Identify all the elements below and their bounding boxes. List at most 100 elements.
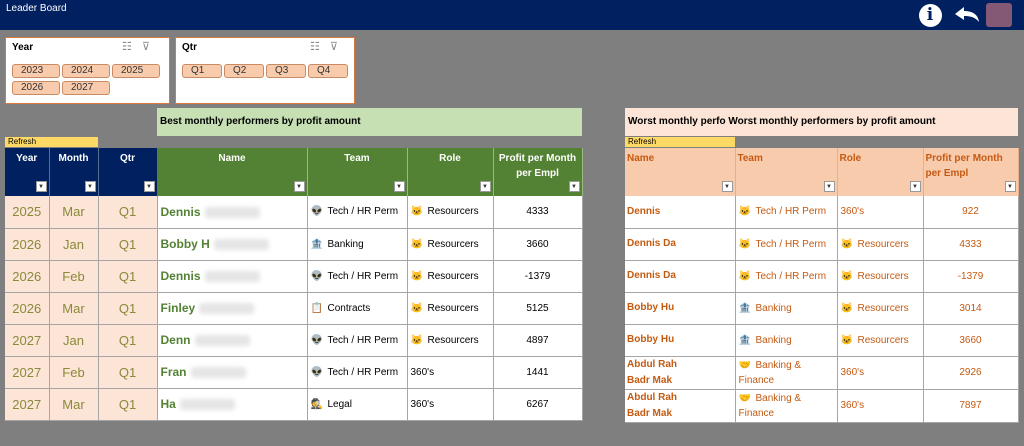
cell-profit[interactable]: 4333 [923, 228, 1019, 261]
cell-year[interactable]: 2026 [5, 292, 50, 325]
cell-team[interactable]: 🕵 Legal [307, 388, 408, 421]
filter-dropdown-icon[interactable]: ▼ [568, 181, 580, 192]
back-arrow-icon[interactable] [952, 3, 982, 27]
cell-qtr[interactable]: Q1 [98, 324, 158, 357]
cell-year[interactable]: 2025 [5, 196, 50, 229]
cell-team[interactable]: 📋 Contracts [307, 292, 408, 325]
refresh-button[interactable]: Refresh [625, 137, 735, 147]
cell-name[interactable]: Ha [157, 388, 308, 421]
cell-profit[interactable]: -1379 [493, 260, 583, 293]
cell-team[interactable]: 👽 Tech / HR Perm [307, 196, 408, 229]
cell-qtr[interactable]: Q1 [98, 228, 158, 261]
filter-dropdown-icon[interactable]: ▼ [293, 181, 305, 192]
year-option-2026[interactable]: 2026 [12, 81, 60, 95]
cell-month[interactable]: Mar [49, 388, 99, 421]
cell-role[interactable]: 🐱 Resourcers [837, 228, 924, 261]
info-icon[interactable]: i [918, 3, 942, 27]
cell-name[interactable]: Finley [157, 292, 308, 325]
cell-month[interactable]: Mar [49, 196, 99, 229]
filter-dropdown-icon[interactable]: ▼ [909, 181, 921, 192]
cell-team[interactable]: 🐱 Tech / HR Perm [735, 228, 838, 261]
cell-role[interactable]: 360's [407, 356, 494, 389]
cell-profit[interactable]: 3014 [923, 292, 1019, 325]
cell-team[interactable]: 👽 Tech / HR Perm [307, 260, 408, 293]
cell-name[interactable]: Bobby Hu [625, 292, 736, 325]
cell-name[interactable]: Dennis Da [625, 260, 736, 293]
qtr-option-q2[interactable]: Q2 [224, 64, 264, 78]
cell-team[interactable]: 🐱 Tech / HR Perm [735, 260, 838, 293]
cell-role[interactable]: 🐱 Resourcers [837, 292, 924, 325]
cell-profit[interactable]: 4897 [493, 324, 583, 357]
cell-year[interactable]: 2026 [5, 260, 50, 293]
cell-name[interactable]: Bobby Hu [625, 324, 736, 357]
cell-team[interactable]: 🐱 Tech / HR Perm [735, 196, 838, 229]
cell-team[interactable]: 🤝 Banking & Finance [735, 389, 838, 423]
filter-dropdown-icon[interactable]: ▼ [84, 181, 96, 192]
multi-select-icon[interactable]: ☷ [310, 40, 320, 53]
cell-year[interactable]: 2027 [5, 356, 50, 389]
cell-role[interactable]: 🐱 Resourcers [837, 260, 924, 293]
cell-role[interactable]: 🐱 Resourcers [837, 324, 924, 357]
cell-qtr[interactable]: Q1 [98, 388, 158, 421]
cell-team[interactable]: 🏦 Banking [735, 324, 838, 357]
filter-dropdown-icon[interactable]: ▼ [721, 181, 733, 192]
cell-name[interactable]: Fran [157, 356, 308, 389]
cell-role[interactable]: 🐱 Resourcers [407, 260, 494, 293]
clear-filter-icon[interactable]: ⊽ [142, 40, 150, 53]
cell-profit[interactable]: 5125 [493, 292, 583, 325]
cell-name[interactable]: Dennis [157, 196, 308, 229]
cell-month[interactable]: Jan [49, 324, 99, 357]
cell-profit[interactable]: 2926 [923, 356, 1019, 390]
cell-role[interactable]: 🐱 Resourcers [407, 196, 494, 229]
cell-profit[interactable]: 3660 [493, 228, 583, 261]
clear-filter-icon[interactable]: ⊽ [330, 40, 338, 53]
cell-role[interactable]: 🐱 Resourcers [407, 292, 494, 325]
cell-name[interactable]: Bobby H [157, 228, 308, 261]
qtr-option-q3[interactable]: Q3 [266, 64, 306, 78]
cell-year[interactable]: 2026 [5, 228, 50, 261]
cell-month[interactable]: Feb [49, 260, 99, 293]
cell-profit[interactable]: 922 [923, 196, 1019, 229]
app-logo-icon[interactable] [986, 3, 1012, 27]
cell-qtr[interactable]: Q1 [98, 260, 158, 293]
cell-role[interactable]: 360's [837, 196, 924, 229]
refresh-button[interactable]: Refresh [5, 137, 98, 147]
multi-select-icon[interactable]: ☷ [122, 40, 132, 53]
filter-dropdown-icon[interactable]: ▼ [35, 181, 47, 192]
cell-name[interactable]: Dennis Da [625, 228, 736, 261]
cell-team[interactable]: 👽 Tech / HR Perm [307, 324, 408, 357]
filter-dropdown-icon[interactable]: ▼ [479, 181, 491, 192]
cell-role[interactable]: 🐱 Resourcers [407, 228, 494, 261]
cell-name[interactable]: Dennis [157, 260, 308, 293]
cell-qtr[interactable]: Q1 [98, 196, 158, 229]
cell-name[interactable]: Dennis [625, 196, 736, 229]
cell-role[interactable]: 360's [407, 388, 494, 421]
year-option-2027[interactable]: 2027 [62, 81, 110, 95]
cell-qtr[interactable]: Q1 [98, 356, 158, 389]
cell-name[interactable]: Abdul Rah Badr Mak [625, 356, 736, 390]
cell-month[interactable]: Jan [49, 228, 99, 261]
filter-dropdown-icon[interactable]: ▼ [823, 181, 835, 192]
cell-team[interactable]: 🏦 Banking [735, 292, 838, 325]
year-option-2025[interactable]: 2025 [112, 64, 160, 78]
qtr-option-q1[interactable]: Q1 [182, 64, 222, 78]
cell-role[interactable]: 360's [837, 356, 924, 390]
cell-month[interactable]: Mar [49, 292, 99, 325]
cell-profit[interactable]: 1441 [493, 356, 583, 389]
qtr-option-q4[interactable]: Q4 [308, 64, 348, 78]
cell-team[interactable]: 🤝 Banking & Finance [735, 356, 838, 390]
cell-role[interactable]: 🐱 Resourcers [407, 324, 494, 357]
cell-name[interactable]: Abdul Rah Badr Mak [625, 389, 736, 423]
filter-dropdown-icon[interactable]: ▼ [1004, 181, 1016, 192]
filter-dropdown-icon[interactable]: ▼ [393, 181, 405, 192]
cell-profit[interactable]: 3660 [923, 324, 1019, 357]
cell-profit[interactable]: 4333 [493, 196, 583, 229]
year-option-2024[interactable]: 2024 [62, 64, 110, 78]
cell-team[interactable]: 👽 Tech / HR Perm [307, 356, 408, 389]
filter-dropdown-icon[interactable]: ▼ [143, 181, 155, 192]
year-option-2023[interactable]: 2023 [12, 64, 60, 78]
cell-year[interactable]: 2027 [5, 388, 50, 421]
cell-profit[interactable]: 7897 [923, 389, 1019, 423]
cell-month[interactable]: Feb [49, 356, 99, 389]
cell-year[interactable]: 2027 [5, 324, 50, 357]
